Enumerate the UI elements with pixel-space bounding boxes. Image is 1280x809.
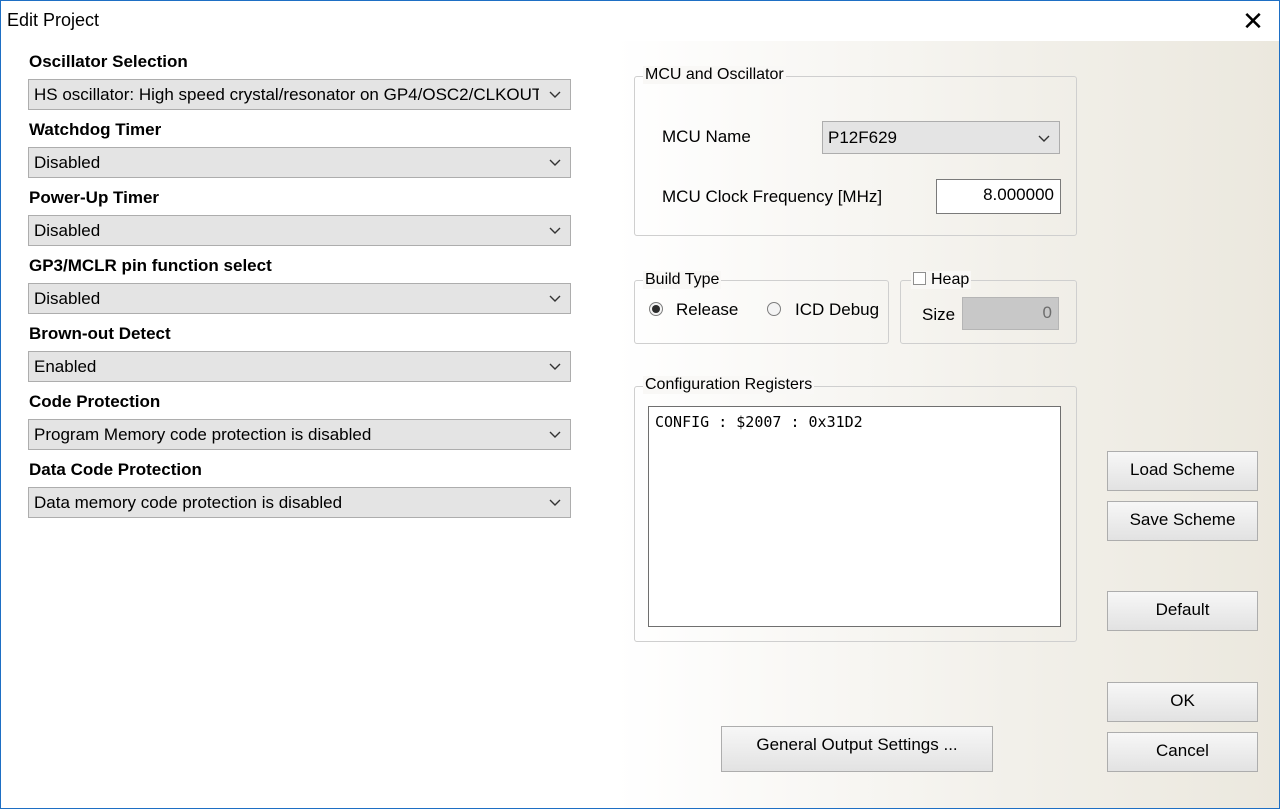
default-label: Default — [1155, 600, 1210, 619]
code-protection-label: Code Protection — [29, 392, 161, 411]
code-protection-value: Program Memory code protection is disabl… — [34, 425, 372, 444]
heap-size-input: 0 — [962, 297, 1059, 330]
mcu-group-title: MCU and Oscillator — [643, 66, 786, 84]
project-settings-panel: MCU and Oscillator MCU Name P12F629 MCU … — [615, 41, 1279, 808]
general-output-settings-label: General Output Settings ... — [756, 735, 958, 754]
chevron-down-icon — [549, 91, 561, 98]
config-bits-panel: Oscillator Selection HS oscillator: High… — [1, 41, 615, 808]
brownout-select[interactable]: Enabled — [28, 351, 571, 382]
mcu-name-value: P12F629 — [828, 128, 897, 147]
window-title: Edit Project — [7, 10, 100, 30]
powerup-label: Power-Up Timer — [29, 188, 160, 207]
title-bar: Edit Project ✕ — [1, 1, 1279, 41]
chevron-down-icon — [549, 431, 561, 438]
watchdog-select[interactable]: Disabled — [28, 147, 571, 178]
brownout-label: Brown-out Detect — [29, 324, 171, 343]
data-code-protection-select[interactable]: Data memory code protection is disabled — [28, 487, 571, 518]
config-registers-group: Configuration Registers CONFIG : $2007 :… — [634, 376, 1077, 642]
heap-group: Heap Size 0 — [900, 271, 1077, 344]
heap-size-label: Size — [922, 305, 956, 324]
watchdog-label: Watchdog Timer — [29, 120, 162, 139]
chevron-down-icon — [549, 499, 561, 506]
load-scheme-label: Load Scheme — [1130, 460, 1235, 479]
data-code-protection-label: Data Code Protection — [29, 460, 202, 479]
load-scheme-button[interactable]: Load Scheme — [1107, 451, 1258, 491]
release-radio[interactable] — [649, 302, 663, 316]
mclr-label: GP3/MCLR pin function select — [29, 256, 272, 275]
watchdog-value: Disabled — [34, 153, 101, 172]
build-type-group: Build Type Release ICD Debug — [634, 271, 889, 344]
edit-project-dialog: Edit Project ✕ Oscillator Selection HS o… — [0, 0, 1280, 809]
heap-label: Heap — [931, 271, 970, 288]
release-label: Release — [676, 300, 739, 319]
oscillator-label: Oscillator Selection — [29, 52, 188, 71]
chevron-down-icon — [549, 159, 561, 166]
chevron-down-icon — [549, 227, 561, 234]
heap-checkbox[interactable] — [913, 272, 926, 285]
heap-title-wrap: Heap — [911, 271, 972, 289]
powerup-value: Disabled — [34, 221, 101, 240]
data-code-protection-value: Data memory code protection is disabled — [34, 493, 343, 512]
chevron-down-icon — [549, 295, 561, 302]
mclr-value: Disabled — [34, 289, 101, 308]
build-type-title: Build Type — [643, 271, 722, 289]
config-registers-title: Configuration Registers — [643, 376, 815, 394]
cancel-label: Cancel — [1156, 741, 1209, 760]
ok-button[interactable]: OK — [1107, 682, 1258, 722]
code-protection-select[interactable]: Program Memory code protection is disabl… — [28, 419, 571, 450]
save-scheme-label: Save Scheme — [1129, 510, 1236, 529]
icd-debug-radio[interactable] — [767, 302, 781, 316]
general-output-settings-button[interactable]: General Output Settings ... — [721, 726, 993, 772]
mcu-name-label: MCU Name — [662, 127, 751, 146]
default-button[interactable]: Default — [1107, 591, 1258, 631]
chevron-down-icon — [1038, 135, 1050, 142]
mcu-oscillator-group: MCU and Oscillator MCU Name P12F629 MCU … — [634, 66, 1077, 236]
ok-label: OK — [1170, 691, 1195, 710]
close-icon[interactable]: ✕ — [1239, 7, 1267, 35]
oscillator-select[interactable]: HS oscillator: High speed crystal/resona… — [28, 79, 571, 110]
save-scheme-button[interactable]: Save Scheme — [1107, 501, 1258, 541]
brownout-value: Enabled — [34, 357, 97, 376]
icd-debug-label: ICD Debug — [795, 300, 880, 319]
powerup-select[interactable]: Disabled — [28, 215, 571, 246]
mcu-name-select[interactable]: P12F629 — [822, 121, 1060, 154]
config-registers-text[interactable]: CONFIG : $2007 : 0x31D2 — [648, 406, 1061, 627]
cancel-button[interactable]: Cancel — [1107, 732, 1258, 772]
mclr-select[interactable]: Disabled — [28, 283, 571, 314]
clock-frequency-label: MCU Clock Frequency [MHz] — [662, 187, 883, 206]
clock-frequency-input[interactable]: 8.000000 — [936, 179, 1061, 214]
oscillator-value: HS oscillator: High speed crystal/resona… — [34, 85, 539, 104]
chevron-down-icon — [549, 363, 561, 370]
